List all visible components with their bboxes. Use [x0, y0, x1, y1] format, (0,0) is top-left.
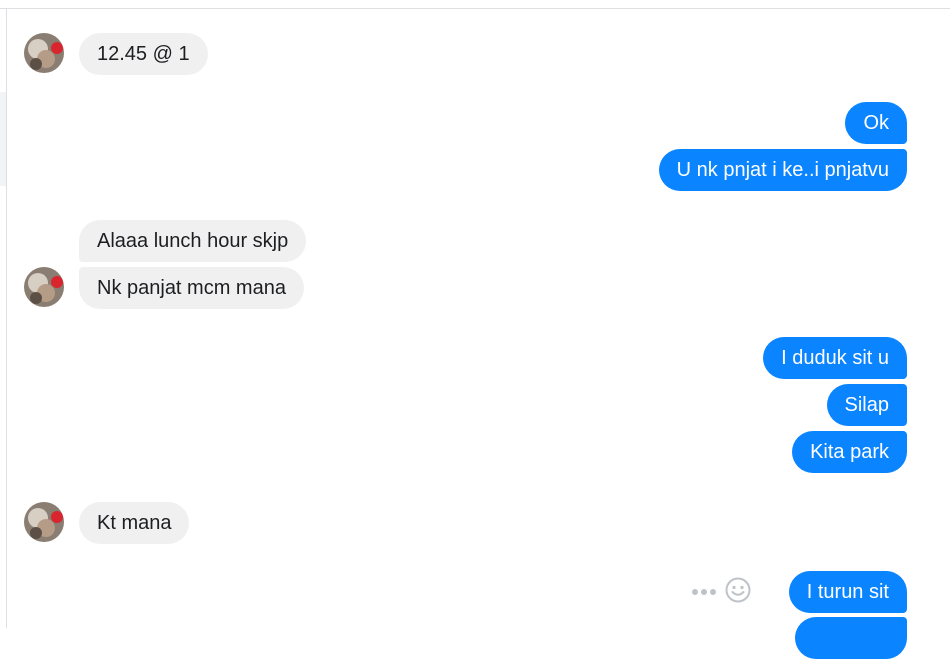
message-bubble-outgoing[interactable]: I turun sit — [788, 571, 907, 613]
message-bubble-outgoing[interactable]: Kita park — [792, 431, 907, 473]
message-bubble-incoming[interactable]: Kt mana — [79, 502, 190, 544]
message-bubble-outgoing[interactable] — [795, 617, 907, 659]
message-bubble-outgoing[interactable]: Ok — [845, 102, 907, 144]
message-bubble-incoming[interactable]: Nk panjat mcm mana — [79, 267, 304, 309]
emoji-smile-icon[interactable] — [724, 576, 752, 609]
message-bubble-outgoing[interactable]: I duduk sit u — [763, 337, 907, 379]
message-bubble-outgoing[interactable]: Silap — [826, 384, 907, 426]
message-actions — [692, 576, 752, 609]
message-bubble-outgoing[interactable]: U nk pnjat i ke..i pnjatvu — [658, 149, 907, 191]
left-panel-edge — [0, 92, 6, 186]
avatar[interactable] — [24, 33, 64, 73]
left-divider — [6, 9, 7, 628]
top-divider — [0, 8, 950, 9]
message-bubble-incoming[interactable]: 12.45 @ 1 — [79, 33, 208, 75]
more-options-icon[interactable] — [692, 589, 716, 595]
avatar[interactable] — [24, 267, 64, 307]
message-bubble-incoming[interactable]: Alaaa lunch hour skjp — [79, 220, 307, 262]
avatar[interactable] — [24, 502, 64, 542]
